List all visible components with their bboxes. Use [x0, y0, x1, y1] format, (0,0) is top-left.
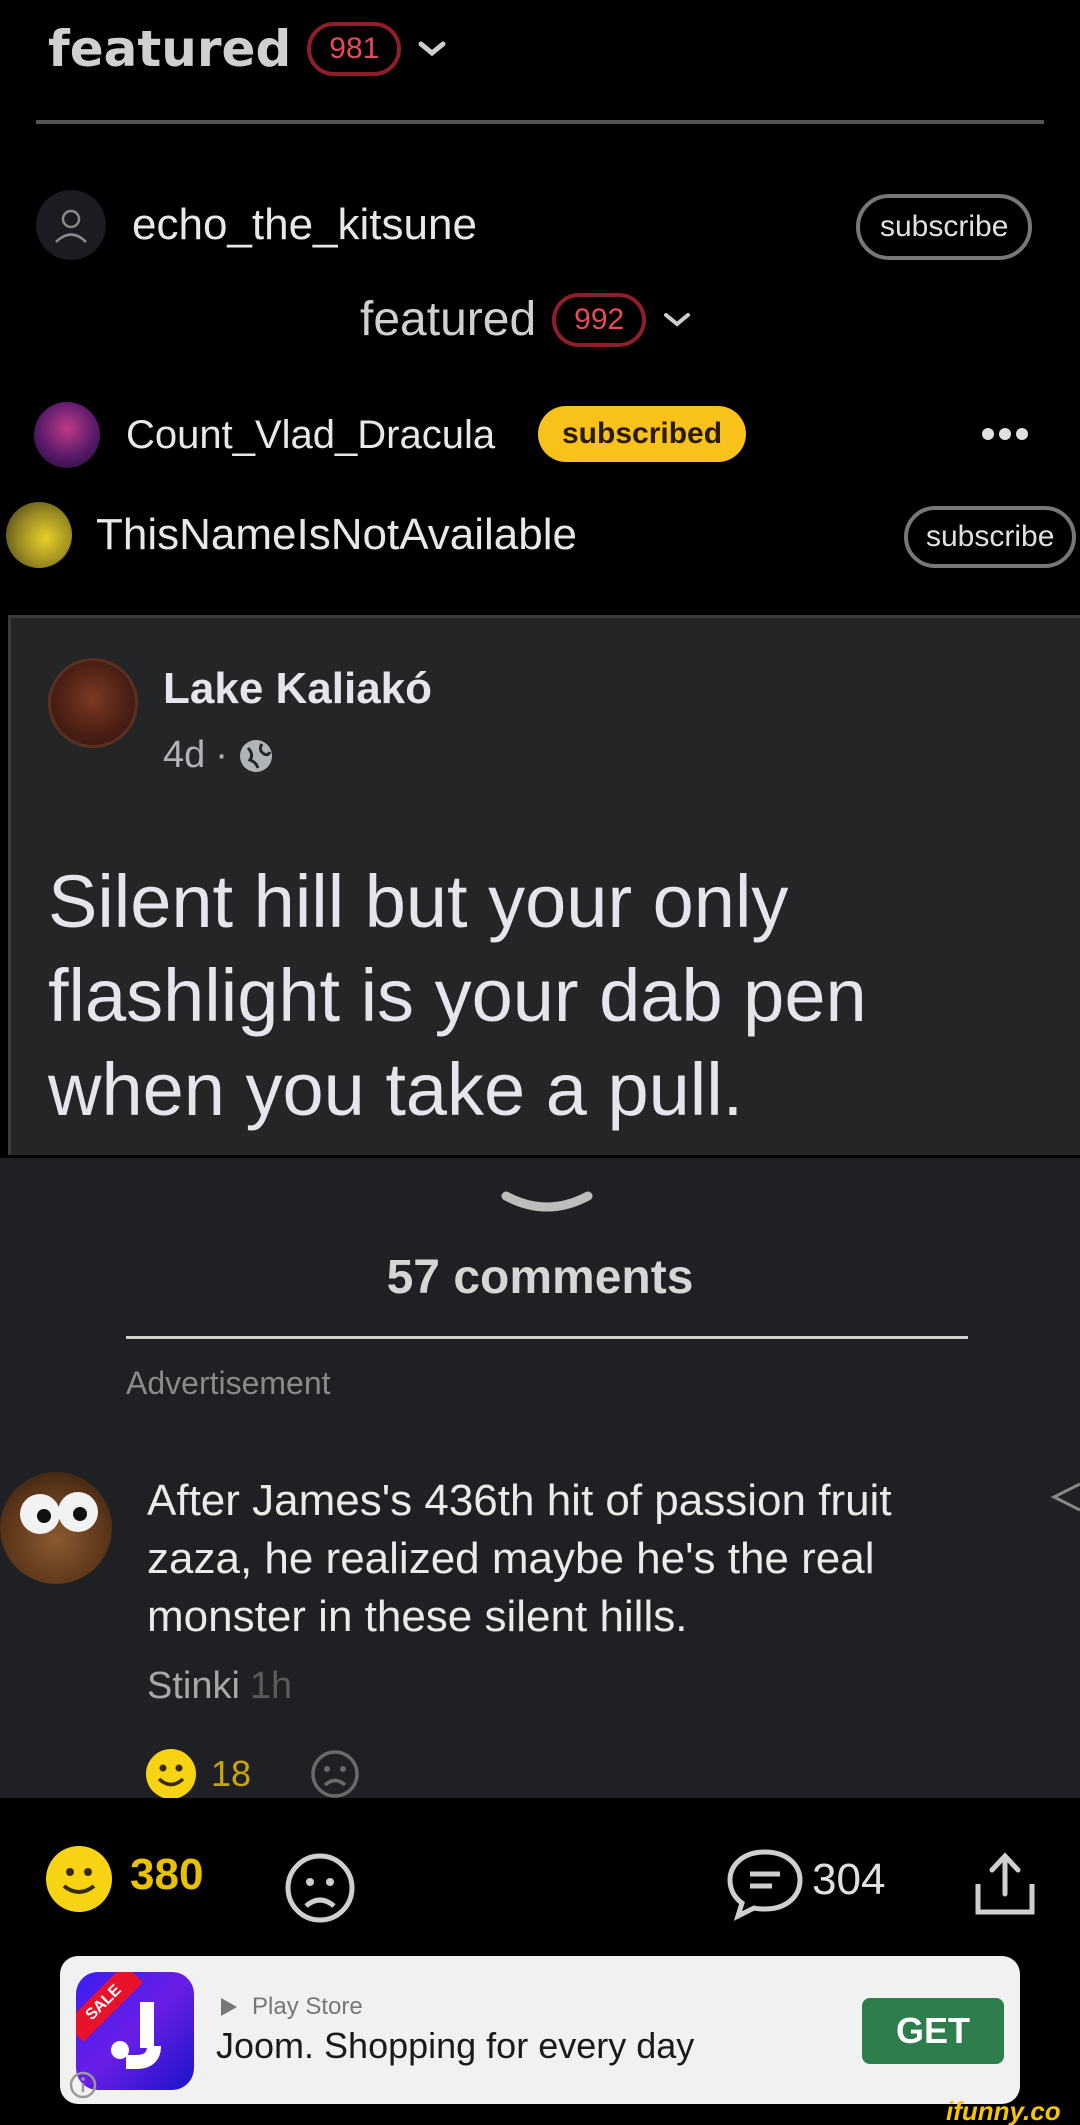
avatar-face-icon: [20, 1492, 98, 1534]
comment-meta: Stinki 1h: [147, 1665, 292, 1708]
collapse-chevron-icon[interactable]: [500, 1188, 594, 1218]
ad-title[interactable]: Joom. Shopping for every day: [216, 2025, 694, 2067]
info-icon[interactable]: [68, 2070, 98, 2100]
chevron-down-icon[interactable]: [662, 310, 692, 330]
fb-time: 4d: [163, 734, 206, 776]
fb-separator: ·: [215, 734, 228, 776]
comments-count: 304: [812, 1855, 886, 1904]
avatar[interactable]: [36, 190, 106, 260]
featured-count-badge: 981: [307, 22, 402, 76]
advertisement-label: Advertisement: [126, 1365, 331, 1401]
username[interactable]: echo_the_kitsune: [132, 200, 477, 250]
username[interactable]: ThisNameIsNotAvailable: [96, 510, 577, 560]
comment-smile-count: 18: [211, 1753, 252, 1794]
unsmile-icon[interactable]: [282, 1852, 358, 1924]
share-icon[interactable]: [1050, 1480, 1080, 1514]
username[interactable]: Count_Vlad_Dracula: [126, 413, 495, 458]
smile-icon[interactable]: [46, 1846, 112, 1912]
subscribe-button[interactable]: subscribe: [856, 194, 1033, 260]
watermark: ifunny.co: [946, 2096, 1061, 2125]
subscribe-button[interactable]: subscribe: [904, 506, 1077, 568]
user-row-dracula[interactable]: Count_Vlad_Dracula: [34, 402, 495, 468]
user-row-echo[interactable]: echo_the_kitsune: [36, 190, 477, 260]
comment-text: After James's 436th hit of passion fruit…: [147, 1476, 892, 1641]
more-options-icon[interactable]: [980, 424, 1030, 444]
comment-time: 1h: [249, 1665, 293, 1707]
user-icon: [55, 209, 87, 243]
unsmile-icon[interactable]: [309, 1748, 361, 1800]
featured-label: featured: [360, 293, 537, 346]
user-row-thisname[interactable]: ThisNameIsNotAvailable: [6, 502, 577, 568]
smile-face-icon: [62, 1868, 96, 1894]
featured-count-badge: 992: [552, 292, 647, 347]
fb-post-text: Silent hill but your only flashlight is …: [48, 860, 867, 1131]
fb-avatar: [48, 658, 138, 748]
globe-icon: [239, 739, 272, 772]
comments-count: 57 comments: [386, 1251, 694, 1304]
divider: [126, 1336, 968, 1339]
comment-avatar[interactable]: [0, 1472, 112, 1584]
fb-author: Lake Kaliakó: [163, 664, 433, 713]
ad-store-label: Play Store: [252, 1993, 363, 2020]
divider: [36, 120, 1044, 124]
ad-store: Play Store: [218, 1993, 363, 2021]
smile-icon[interactable]: [145, 1748, 197, 1800]
featured-header[interactable]: featured 981: [48, 20, 447, 78]
featured-label: featured: [48, 20, 292, 78]
comment-reactions: 18: [145, 1748, 361, 1800]
share-icon[interactable]: [970, 1850, 1040, 1920]
avatar[interactable]: [34, 402, 100, 468]
chevron-down-icon[interactable]: [417, 39, 447, 59]
comments-icon[interactable]: [724, 1846, 806, 1922]
fb-meta: 4d ·: [163, 734, 274, 777]
get-button[interactable]: GET: [862, 1998, 1004, 2064]
play-store-icon: [221, 1998, 237, 2016]
smile-count: 380: [130, 1850, 204, 1899]
subscribed-button[interactable]: subscribed: [538, 406, 747, 462]
avatar[interactable]: [6, 502, 72, 568]
comment-author[interactable]: Stinki: [147, 1665, 240, 1707]
featured-header-secondary[interactable]: featured 992: [360, 292, 692, 347]
